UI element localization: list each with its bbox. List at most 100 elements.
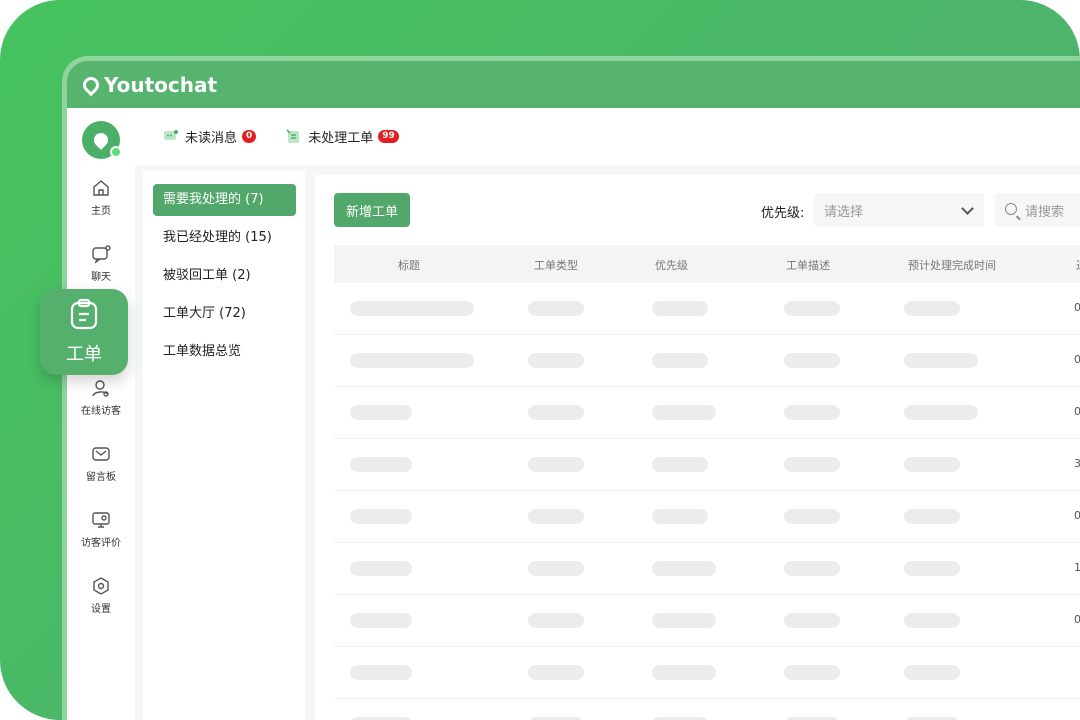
menu-item-assigned-to-me[interactable]: 需要我处理的 (7) bbox=[153, 184, 296, 216]
progress-cell: 0 bbox=[1074, 353, 1080, 366]
table-row[interactable]: 0 bbox=[334, 387, 1080, 439]
menu-item-processed[interactable]: 我已经处理的 (15) bbox=[153, 222, 296, 254]
avatar[interactable] bbox=[82, 121, 122, 159]
menu-item-ticket-hall[interactable]: 工单大厅 (72) bbox=[153, 298, 296, 330]
skeleton-cell bbox=[528, 457, 584, 472]
column-header-title: 标题 bbox=[398, 259, 420, 272]
priority-label: 优先级: bbox=[761, 206, 805, 221]
progress-cell: 0 bbox=[1074, 301, 1080, 314]
table-row[interactable]: 0 bbox=[334, 335, 1080, 387]
table-row[interactable] bbox=[334, 647, 1080, 699]
column-header-eta: 预计处理完成时间 bbox=[908, 259, 996, 272]
skeleton-cell bbox=[904, 665, 960, 680]
nav-label: 留言板 bbox=[86, 472, 116, 483]
skeleton-cell bbox=[528, 353, 584, 368]
column-header-priority: 优先级 bbox=[655, 259, 688, 272]
nav-item-visitors[interactable]: 在线访客 bbox=[67, 378, 135, 432]
table-row[interactable]: 0 bbox=[334, 595, 1080, 647]
title-bar: Youtochat bbox=[67, 61, 1080, 108]
progress-cell: 0 bbox=[1074, 509, 1080, 522]
table-row[interactable] bbox=[334, 699, 1080, 720]
skeleton-cell bbox=[350, 353, 474, 368]
column-header-progress: 进 bbox=[1076, 257, 1080, 273]
skeleton-cell bbox=[904, 353, 978, 368]
nav-label: 聊天 bbox=[91, 272, 111, 283]
pending-tickets[interactable]: 未处理工单 99 bbox=[286, 127, 399, 146]
skeleton-cell bbox=[784, 509, 840, 524]
skeleton-cell bbox=[350, 509, 412, 524]
search-icon bbox=[1005, 203, 1017, 215]
skeleton-cell bbox=[784, 561, 840, 576]
device-frame: Youtochat 主页 聊天 在线访客 留言板 访客评价 设置 未读消息 0 … bbox=[0, 0, 1080, 720]
skeleton-cell bbox=[528, 561, 584, 576]
nav-item-tickets[interactable]: 工单 bbox=[40, 289, 128, 375]
skeleton-cell bbox=[350, 613, 412, 628]
ticket-menu: 需要我处理的 (7) 我已经处理的 (15) 被驳回工单 (2) 工单大厅 (7… bbox=[143, 171, 305, 720]
skeleton-cell bbox=[652, 457, 708, 472]
pending-badge: 99 bbox=[378, 130, 399, 143]
skeleton-cell bbox=[350, 457, 412, 472]
table-row[interactable]: 3 bbox=[334, 439, 1080, 491]
skeleton-cell bbox=[652, 353, 708, 368]
chat-icon bbox=[164, 129, 178, 140]
skeleton-cell bbox=[904, 405, 978, 420]
menu-item-rejected[interactable]: 被驳回工单 (2) bbox=[153, 260, 296, 292]
skeleton-cell bbox=[904, 457, 960, 472]
skeleton-cell bbox=[784, 405, 840, 420]
search-input[interactable]: 请搜索 bbox=[995, 193, 1080, 227]
menu-item-data-overview[interactable]: 工单数据总览 bbox=[153, 336, 296, 368]
nav-item-settings[interactable]: 设置 bbox=[67, 576, 135, 630]
skeleton-cell bbox=[528, 405, 584, 420]
pending-label: 未处理工单 bbox=[308, 131, 374, 146]
app-window: Youtochat 主页 聊天 在线访客 留言板 访客评价 设置 未读消息 0 … bbox=[62, 56, 1080, 720]
online-status-dot bbox=[110, 146, 122, 158]
priority-placeholder: 请选择 bbox=[824, 204, 864, 220]
table-row[interactable]: 0 bbox=[334, 283, 1080, 335]
chat-icon bbox=[91, 244, 111, 264]
progress-cell: 3 bbox=[1074, 457, 1080, 470]
logo-icon bbox=[79, 73, 103, 96]
home-icon bbox=[91, 178, 111, 198]
table-row[interactable]: 0 bbox=[334, 491, 1080, 543]
nav-item-rating[interactable]: 访客评价 bbox=[67, 510, 135, 564]
priority-select[interactable]: 请选择 bbox=[814, 193, 984, 227]
search-placeholder: 请搜索 bbox=[1025, 204, 1065, 220]
message-board-icon bbox=[91, 444, 111, 464]
nav-label: 访客评价 bbox=[81, 538, 121, 549]
nav-label: 主页 bbox=[91, 206, 111, 217]
main-panel: 新增工单 优先级: 请选择 请搜索 标题 工单类型 优先级 工单描述 预计处理完… bbox=[315, 175, 1080, 720]
settings-icon bbox=[91, 576, 111, 596]
new-ticket-button[interactable]: 新增工单 bbox=[334, 193, 410, 227]
ticket-icon bbox=[70, 298, 98, 330]
skeleton-cell bbox=[904, 509, 960, 524]
top-bar: 未读消息 0 未处理工单 99 bbox=[135, 108, 1080, 165]
skeleton-cell bbox=[784, 665, 840, 680]
progress-cell: 0 bbox=[1074, 405, 1080, 418]
rating-icon bbox=[91, 510, 111, 530]
skeleton-cell bbox=[652, 665, 716, 680]
nav-item-message-board[interactable]: 留言板 bbox=[67, 444, 135, 498]
skeleton-cell bbox=[904, 561, 960, 576]
nav-item-home[interactable]: 主页 bbox=[67, 178, 135, 232]
unread-badge: 0 bbox=[242, 130, 257, 143]
skeleton-cell bbox=[652, 405, 716, 420]
progress-cell: 1 bbox=[1074, 561, 1080, 574]
app-body: 主页 聊天 在线访客 留言板 访客评价 设置 未读消息 0 未处理工单 99 需… bbox=[67, 108, 1080, 720]
skeleton-cell bbox=[904, 301, 960, 316]
table-header: 标题 工单类型 优先级 工单描述 预计处理完成时间 进 bbox=[334, 245, 1080, 283]
skeleton-cell bbox=[528, 613, 584, 628]
skeleton-cell bbox=[652, 301, 708, 316]
chevron-down-icon bbox=[961, 202, 974, 215]
skeleton-cell bbox=[784, 353, 840, 368]
unread-messages[interactable]: 未读消息 0 bbox=[163, 127, 257, 146]
column-header-description: 工单描述 bbox=[786, 259, 830, 272]
ticket-icon bbox=[286, 128, 300, 143]
visitor-icon bbox=[91, 378, 111, 398]
ticket-table: 标题 工单类型 优先级 工单描述 预计处理完成时间 进 0 bbox=[334, 245, 1080, 720]
skeleton-cell bbox=[652, 613, 716, 628]
table-row[interactable]: 1 bbox=[334, 543, 1080, 595]
nav-label-tickets: 工单 bbox=[66, 344, 102, 365]
skeleton-cell bbox=[784, 457, 840, 472]
skeleton-cell bbox=[652, 509, 708, 524]
skeleton-cell bbox=[528, 665, 584, 680]
